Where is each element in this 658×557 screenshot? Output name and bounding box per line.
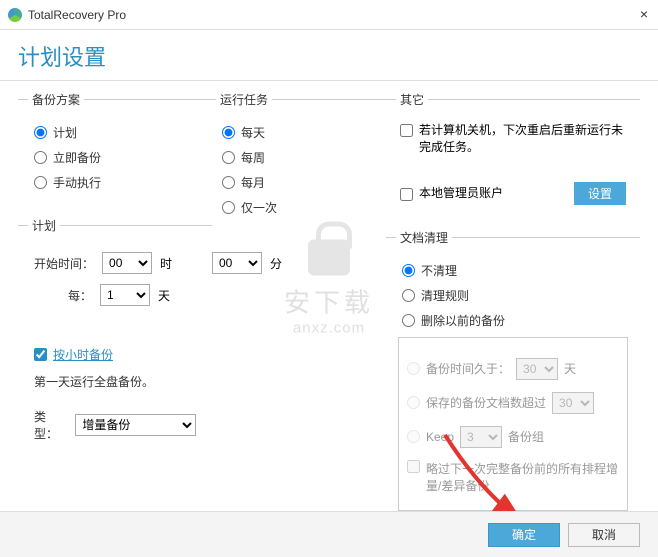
cancel-button[interactable]: 取消: [568, 523, 640, 547]
restart-checkbox[interactable]: [400, 124, 413, 137]
radio-once[interactable]: [222, 201, 235, 214]
set-button[interactable]: 设置: [574, 182, 626, 205]
keep-select: 3: [460, 426, 502, 448]
backup-plan-legend: 备份方案: [28, 91, 84, 108]
skip-checkbox: [407, 460, 420, 473]
minute-select[interactable]: 00: [212, 252, 262, 274]
admin-checkbox[interactable]: [400, 188, 413, 201]
hourly-link[interactable]: 按小时备份: [53, 346, 113, 363]
radio-delete-old[interactable]: [402, 314, 415, 327]
radio-older-than: [407, 362, 420, 375]
run-task-legend: 运行任务: [216, 91, 272, 108]
radio-keep: [407, 430, 420, 443]
app-icon: [8, 8, 22, 22]
start-time-label: 开始时间：: [34, 255, 94, 272]
type-select[interactable]: 增量备份: [75, 414, 196, 436]
hour-select[interactable]: 00: [102, 252, 152, 274]
ok-button[interactable]: 确定: [488, 523, 560, 547]
cleanup-sub: 备份时间久于： 30 天 保存的备份文档数超过 30 Keep 3 备份组: [398, 337, 628, 511]
admin-label: 本地管理员账户: [419, 185, 568, 202]
every-label: 每：: [68, 287, 92, 304]
radio-clean-rules[interactable]: [402, 289, 415, 302]
footer: 确定 取消: [0, 511, 658, 557]
radio-immediate[interactable]: [34, 151, 47, 164]
count-select: 30: [552, 392, 594, 414]
older-select: 30: [516, 358, 558, 380]
cleanup-legend: 文档清理: [396, 229, 452, 246]
cleanup-group: 文档清理 不清理 清理规则 删除以前的备份 备份时间久于： 30 天 保存的备份…: [386, 229, 640, 521]
radio-manual[interactable]: [34, 176, 47, 189]
hourly-checkbox[interactable]: [34, 348, 47, 361]
backup-plan-group: 备份方案 计划 立即备份 手动执行: [18, 91, 206, 209]
radio-daily[interactable]: [222, 126, 235, 139]
radio-no-clean[interactable]: [402, 264, 415, 277]
radio-plan[interactable]: [34, 126, 47, 139]
page-title: 计划设置: [0, 30, 658, 81]
every-select[interactable]: 1: [100, 284, 150, 306]
plan-group: 计划 开始时间： 00 时 每： 1 天 按小时备份 第一天运行全盘备份。 类型…: [18, 217, 212, 462]
radio-weekly[interactable]: [222, 151, 235, 164]
first-day-note: 第一天运行全盘备份。: [34, 373, 196, 390]
misc-group: 其它 若计算机关机，下次重启后重新运行未完成任务。 本地管理员账户 设置: [386, 91, 640, 221]
misc-legend: 其它: [396, 91, 428, 108]
radio-count-over: [407, 396, 420, 409]
plan-legend: 计划: [28, 217, 60, 234]
close-icon[interactable]: ×: [640, 6, 648, 22]
content: 备份方案 计划 立即备份 手动执行 计划 开始时间： 00 时 每： 1 天 按…: [0, 81, 658, 529]
app-title: TotalRecovery Pro: [28, 8, 126, 22]
radio-monthly[interactable]: [222, 176, 235, 189]
titlebar: TotalRecovery Pro ×: [0, 0, 658, 30]
type-label: 类型：: [34, 408, 67, 442]
run-task-group: 运行任务 每天 每周 每月 仅一次: [206, 91, 386, 234]
restart-label: 若计算机关机，下次重启后重新运行未完成任务。: [419, 122, 626, 156]
